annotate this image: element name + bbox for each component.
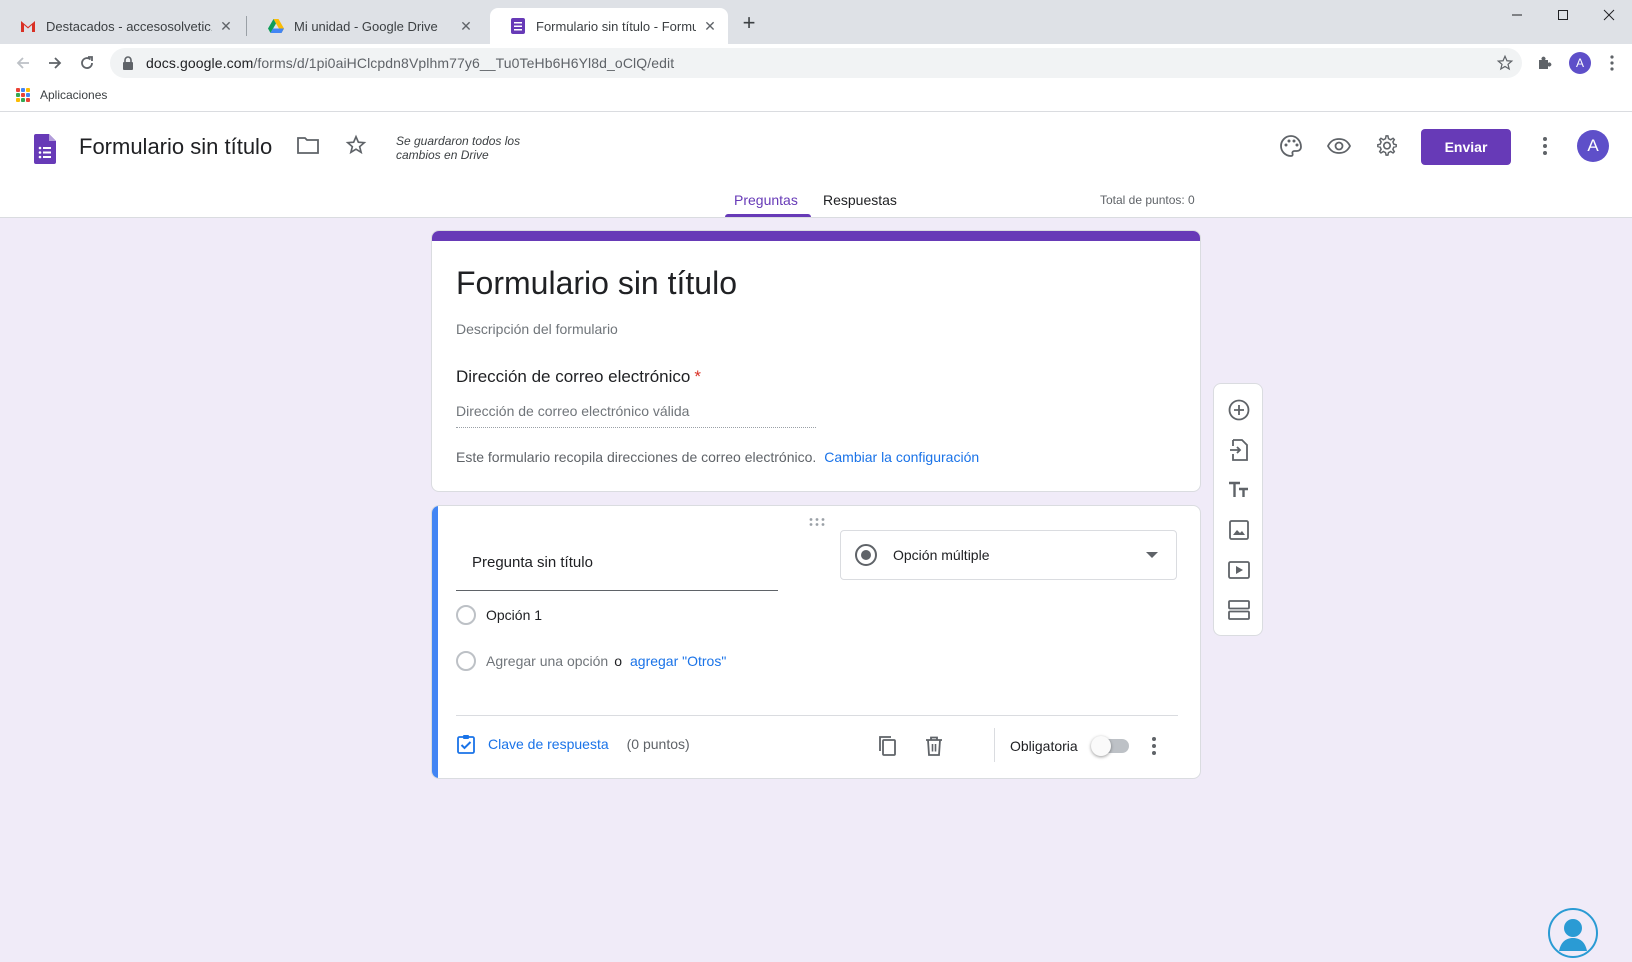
question-side-toolbar <box>1213 383 1263 636</box>
bookmark-star-icon[interactable] <box>1496 54 1514 72</box>
browser-tab-forms[interactable]: Formulario sin título - Formulario ✕ <box>490 8 728 44</box>
email-question-label: Dirección de correo electrónico * <box>456 367 701 387</box>
collect-note-text: Este formulario recopila direcciones de … <box>456 449 817 465</box>
forward-arrow-icon[interactable] <box>41 49 69 77</box>
preview-eye-icon[interactable] <box>1325 132 1353 160</box>
bookmarks-bar: Aplicaciones <box>0 82 1632 112</box>
radio-circle-icon <box>456 651 476 671</box>
maximize-icon[interactable] <box>1540 0 1586 30</box>
required-label: Obligatoria <box>1010 738 1078 754</box>
close-tab-icon[interactable]: ✕ <box>218 18 234 34</box>
tab-respuestas[interactable]: Respuestas <box>823 192 897 208</box>
apps-label: Aplicaciones <box>40 88 108 102</box>
drag-handle-icon[interactable] <box>808 514 826 526</box>
total-points: Total de puntos: 0 <box>1100 193 1195 207</box>
question-more-icon[interactable] <box>1140 732 1168 760</box>
required-toggle[interactable] <box>1091 736 1129 756</box>
extensions-icon[interactable] <box>1530 49 1558 77</box>
active-question-bar <box>432 506 438 778</box>
new-tab-button[interactable]: + <box>737 12 761 36</box>
gmail-icon <box>20 18 36 34</box>
card-accent-bar <box>432 231 1200 241</box>
duplicate-icon[interactable] <box>873 732 901 760</box>
answer-key-icon <box>457 735 475 754</box>
add-image-icon[interactable] <box>1225 516 1253 544</box>
url-path: /forms/d/1pi0aiHClcpdn8Vplhm77y6__Tu0TeH… <box>253 55 675 71</box>
settings-gear-icon[interactable] <box>1373 132 1401 160</box>
apps-bookmark[interactable]: Aplicaciones <box>16 88 107 102</box>
form-title-card[interactable]: Formulario sin título Descripción del fo… <box>431 230 1201 492</box>
url-host: docs.google.com <box>146 55 254 71</box>
forms-logo-icon[interactable] <box>34 134 56 164</box>
import-questions-icon[interactable] <box>1225 436 1253 464</box>
browser-tab-gmail[interactable]: Destacados - accesosolvetic1@gm ✕ <box>0 8 244 44</box>
radio-button-icon <box>855 544 877 566</box>
question-type-label: Opción múltiple <box>893 547 990 563</box>
browser-tab-title: Formulario sin título - Formulario <box>536 18 696 34</box>
send-button[interactable]: Enviar <box>1421 129 1511 165</box>
footer-divider <box>456 715 1178 716</box>
add-question-icon[interactable] <box>1225 396 1253 424</box>
add-other-link[interactable]: agregar "Otros" <box>630 653 726 669</box>
form-description-field[interactable]: Descripción del formulario <box>456 321 618 337</box>
question-title-input[interactable]: Pregunta sin título <box>456 528 778 591</box>
palette-icon[interactable] <box>1277 132 1305 160</box>
question-card[interactable]: Pregunta sin título Opción múltiple Opci… <box>431 505 1201 779</box>
more-options-icon[interactable] <box>1531 132 1559 160</box>
back-arrow-icon[interactable] <box>9 49 37 77</box>
radio-circle-icon <box>456 605 476 625</box>
answer-key-label: Clave de respuesta <box>488 736 609 752</box>
form-title[interactable]: Formulario sin título <box>456 265 737 302</box>
drive-icon <box>268 18 284 34</box>
add-option-row: Agregar una opción o agregar "Otros" <box>456 651 726 671</box>
active-tab-indicator <box>725 214 811 217</box>
url-text: docs.google.com/forms/d/1pi0aiHClcpdn8Vp… <box>146 55 674 71</box>
browser-toolbar: docs.google.com/forms/d/1pi0aiHClcpdn8Vp… <box>0 44 1632 82</box>
save-status: Se guardaron todos los cambios en Drive <box>396 134 521 162</box>
chevron-down-icon <box>1146 552 1158 558</box>
forms-header: Formulario sin título Se guardaron todos… <box>0 112 1632 218</box>
delete-trash-icon[interactable] <box>920 732 948 760</box>
add-video-icon[interactable] <box>1225 556 1253 584</box>
minimize-icon[interactable] <box>1494 0 1540 30</box>
or-separator: o <box>614 653 622 669</box>
browser-tab-drive[interactable]: Mi unidad - Google Drive ✕ <box>248 8 484 44</box>
points-label: (0 puntos) <box>626 736 690 752</box>
email-collection-note: Este formulario recopila direcciones de … <box>456 449 979 465</box>
close-window-icon[interactable] <box>1586 0 1632 30</box>
watermark-logo <box>1545 905 1601 961</box>
lock-icon[interactable] <box>120 55 136 71</box>
add-section-icon[interactable] <box>1225 596 1253 624</box>
document-title[interactable]: Formulario sin título <box>79 134 272 160</box>
browser-tab-title: Mi unidad - Google Drive <box>294 18 438 34</box>
email-label-text: Dirección de correo electrónico <box>456 367 691 386</box>
required-asterisk: * <box>694 367 701 386</box>
add-title-description-icon[interactable] <box>1225 476 1253 504</box>
email-field: Dirección de correo electrónico válida <box>456 403 816 428</box>
account-avatar[interactable]: A <box>1577 130 1609 162</box>
footer-separator <box>994 728 995 762</box>
answer-key-button[interactable]: Clave de respuesta (0 puntos) <box>456 734 690 754</box>
apps-grid-icon <box>16 88 30 102</box>
star-icon[interactable] <box>342 131 370 159</box>
tab-preguntas[interactable]: Preguntas <box>734 192 798 208</box>
option-label[interactable]: Opción 1 <box>486 607 542 623</box>
browser-tabstrip: Destacados - accesosolvetic1@gm ✕ Mi uni… <box>0 0 1632 44</box>
browser-tab-title: Destacados - accesosolvetic1@gm <box>46 18 212 34</box>
address-bar[interactable]: docs.google.com/forms/d/1pi0aiHClcpdn8Vp… <box>110 48 1522 78</box>
folder-icon[interactable] <box>294 131 322 159</box>
question-type-dropdown[interactable]: Opción múltiple <box>840 530 1177 580</box>
forms-icon <box>510 18 526 34</box>
option-row[interactable]: Opción 1 <box>456 605 542 625</box>
browser-menu-icon[interactable] <box>1598 49 1626 77</box>
tab-separator <box>246 16 247 36</box>
add-option-button[interactable]: Agregar una opción <box>486 653 608 669</box>
close-tab-icon[interactable]: ✕ <box>702 18 718 34</box>
close-tab-icon[interactable]: ✕ <box>458 18 474 34</box>
profile-avatar[interactable]: A <box>1566 49 1594 77</box>
toggle-knob <box>1091 736 1111 756</box>
change-settings-link[interactable]: Cambiar la configuración <box>824 449 979 465</box>
reload-icon[interactable] <box>73 49 101 77</box>
